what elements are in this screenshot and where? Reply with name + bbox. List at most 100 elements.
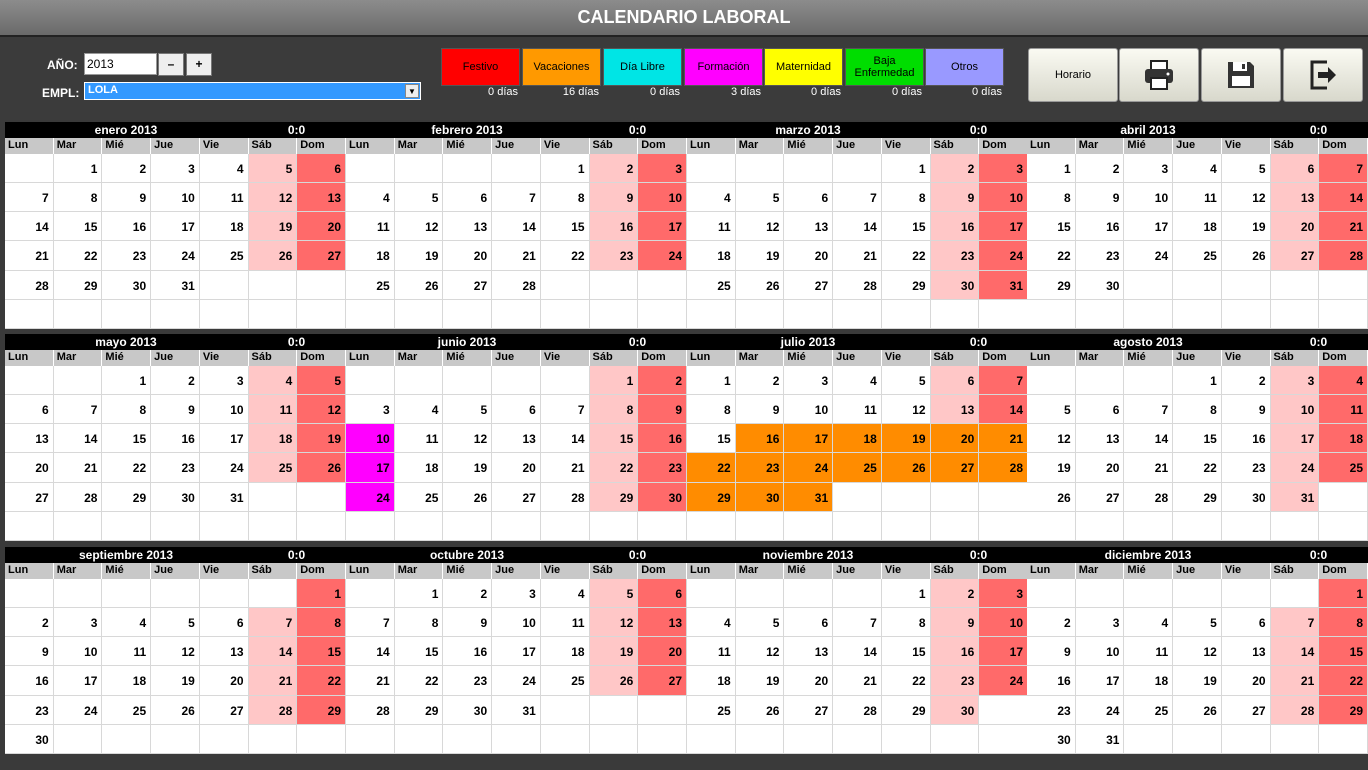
day-cell[interactable]: 7	[833, 183, 882, 213]
day-cell[interactable]: 28	[833, 270, 882, 300]
day-cell[interactable]: 6	[492, 395, 541, 425]
day-cell[interactable]: 6	[1270, 154, 1320, 184]
day-cell[interactable]: 2	[443, 579, 493, 609]
day-cell[interactable]: 6	[5, 395, 54, 425]
day-cell[interactable]: 23	[930, 241, 980, 271]
day-cell[interactable]: 13	[784, 212, 834, 242]
day-cell[interactable]: 2	[5, 608, 54, 638]
day-cell[interactable]: 3	[979, 154, 1028, 184]
day-cell[interactable]: 9	[102, 183, 152, 213]
day-cell[interactable]: 18	[687, 666, 736, 696]
day-cell[interactable]: 14	[833, 212, 882, 242]
day-cell[interactable]: 21	[53, 453, 103, 483]
day-cell[interactable]: 23	[5, 695, 54, 725]
day-cell[interactable]: 24	[151, 241, 200, 271]
day-cell[interactable]: 1	[589, 366, 639, 396]
day-cell[interactable]: 27	[443, 270, 493, 300]
day-cell[interactable]: 8	[1319, 608, 1368, 638]
day-cell[interactable]: 17	[784, 424, 834, 454]
day-cell[interactable]: 5	[151, 608, 200, 638]
day-cell[interactable]: 9	[5, 637, 54, 667]
day-cell[interactable]: 24	[1124, 241, 1174, 271]
day-cell[interactable]: 26	[248, 241, 298, 271]
day-cell[interactable]: 30	[735, 482, 785, 512]
day-cell[interactable]: 10	[638, 183, 687, 213]
day-cell[interactable]: 12	[735, 637, 785, 667]
day-cell[interactable]: 25	[687, 695, 736, 725]
day-cell[interactable]: 16	[930, 637, 980, 667]
day-cell[interactable]: 8	[540, 183, 590, 213]
day-cell[interactable]: 16	[735, 424, 785, 454]
day-cell[interactable]: 19	[1221, 212, 1271, 242]
day-cell[interactable]: 16	[443, 637, 493, 667]
day-cell[interactable]: 21	[346, 666, 395, 696]
day-cell[interactable]: 31	[784, 482, 834, 512]
legend-formación[interactable]: Formación	[684, 48, 763, 86]
day-cell[interactable]: 14	[248, 637, 298, 667]
day-cell[interactable]: 19	[248, 212, 298, 242]
day-cell[interactable]: 8	[687, 395, 736, 425]
day-cell[interactable]: 26	[1027, 482, 1076, 512]
day-cell[interactable]: 6	[297, 154, 346, 184]
day-cell[interactable]: 26	[589, 666, 639, 696]
day-cell[interactable]: 30	[443, 695, 493, 725]
day-cell[interactable]: 16	[151, 424, 200, 454]
day-cell[interactable]: 21	[1270, 666, 1320, 696]
day-cell[interactable]: 24	[492, 666, 541, 696]
day-cell[interactable]: 20	[297, 212, 346, 242]
day-cell[interactable]: 25	[346, 270, 395, 300]
day-cell[interactable]: 16	[638, 424, 687, 454]
day-cell[interactable]: 13	[784, 637, 834, 667]
day-cell[interactable]: 16	[5, 666, 54, 696]
day-cell[interactable]: 30	[1027, 724, 1076, 754]
day-cell[interactable]: 29	[53, 270, 103, 300]
day-cell[interactable]: 20	[5, 453, 54, 483]
day-cell[interactable]: 14	[5, 212, 54, 242]
day-cell[interactable]: 12	[151, 637, 200, 667]
day-cell[interactable]: 10	[346, 424, 395, 454]
day-cell[interactable]: 10	[784, 395, 834, 425]
day-cell[interactable]: 7	[5, 183, 54, 213]
day-cell[interactable]: 17	[1270, 424, 1320, 454]
day-cell[interactable]: 8	[53, 183, 103, 213]
day-cell[interactable]: 11	[346, 212, 395, 242]
day-cell[interactable]: 14	[1124, 424, 1174, 454]
legend-festivo[interactable]: Festivo	[441, 48, 520, 86]
day-cell[interactable]: 5	[1027, 395, 1076, 425]
day-cell[interactable]: 9	[443, 608, 493, 638]
day-cell[interactable]: 29	[102, 482, 152, 512]
day-cell[interactable]: 14	[1319, 183, 1368, 213]
day-cell[interactable]: 20	[930, 424, 980, 454]
day-cell[interactable]: 11	[687, 212, 736, 242]
day-cell[interactable]: 3	[784, 366, 834, 396]
day-cell[interactable]: 18	[1124, 666, 1174, 696]
day-cell[interactable]: 2	[1027, 608, 1076, 638]
horario-button[interactable]: Horario	[1028, 48, 1118, 102]
day-cell[interactable]: 19	[881, 424, 931, 454]
day-cell[interactable]: 24	[53, 695, 103, 725]
day-cell[interactable]: 28	[540, 482, 590, 512]
day-cell[interactable]: 2	[930, 154, 980, 184]
day-cell[interactable]: 27	[1221, 695, 1271, 725]
day-cell[interactable]: 9	[638, 395, 687, 425]
day-cell[interactable]: 16	[1221, 424, 1271, 454]
day-cell[interactable]: 12	[394, 212, 444, 242]
day-cell[interactable]: 5	[297, 366, 346, 396]
print-button[interactable]	[1119, 48, 1199, 102]
day-cell[interactable]: 25	[394, 482, 444, 512]
day-cell[interactable]: 17	[1124, 212, 1174, 242]
legend-otros[interactable]: Otros	[925, 48, 1004, 86]
day-cell[interactable]: 11	[540, 608, 590, 638]
day-cell[interactable]: 22	[394, 666, 444, 696]
day-cell[interactable]: 7	[979, 366, 1028, 396]
day-cell[interactable]: 15	[1319, 637, 1368, 667]
day-cell[interactable]: 24	[638, 241, 687, 271]
day-cell[interactable]: 20	[443, 241, 493, 271]
day-cell[interactable]: 5	[394, 183, 444, 213]
day-cell[interactable]: 25	[248, 453, 298, 483]
day-cell[interactable]: 11	[1319, 395, 1368, 425]
day-cell[interactable]: 2	[1075, 154, 1125, 184]
day-cell[interactable]: 27	[492, 482, 541, 512]
year-input[interactable]	[84, 53, 157, 75]
day-cell[interactable]: 11	[833, 395, 882, 425]
